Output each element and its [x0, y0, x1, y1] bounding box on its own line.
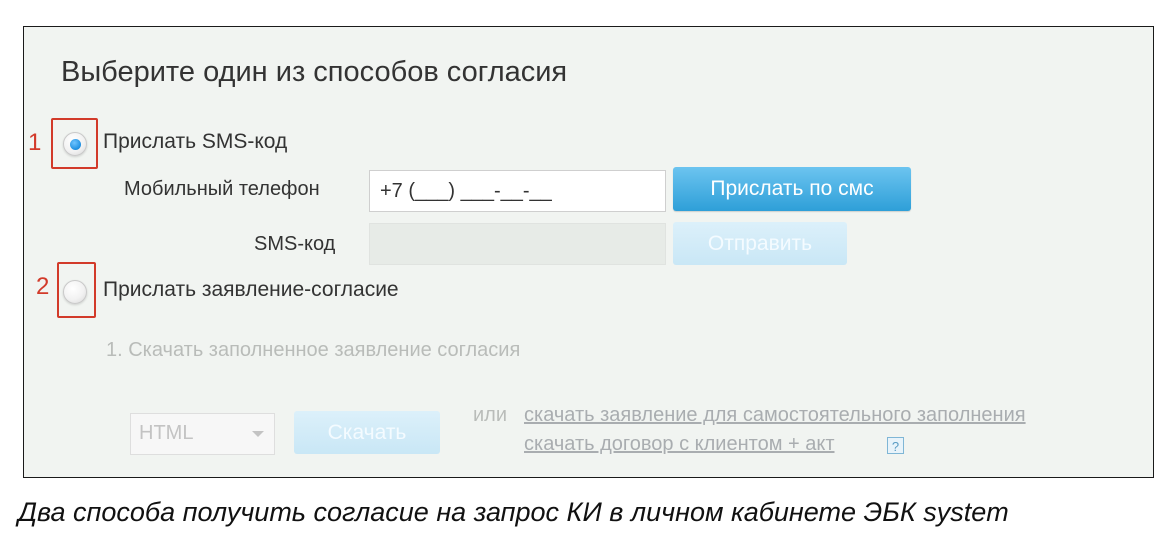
sms-code-label: SMS-код: [254, 233, 336, 255]
option-sms-label[interactable]: Прислать SMS-код: [103, 130, 287, 154]
radio-sms-code[interactable]: [63, 132, 87, 156]
marker-number-1: 1: [28, 129, 42, 156]
radio-selected-dot: [70, 139, 81, 150]
link-contract[interactable]: скачать договор с клиентом + акт: [524, 433, 835, 456]
send-sms-button[interactable]: Прислать по смс: [673, 167, 911, 211]
download-button[interactable]: Скачать: [294, 411, 440, 454]
panel-title: Выберите один из способов согласия: [61, 56, 568, 88]
phone-input[interactable]: [369, 170, 666, 212]
radio-statement[interactable]: [63, 280, 87, 304]
option-statement-label[interactable]: Прислать заявление-согласие: [103, 278, 399, 302]
format-select-value: HTML: [139, 422, 194, 444]
step-download-filled: 1. Скачать заполненное заявление согласи…: [106, 339, 521, 361]
chevron-down-icon: [252, 431, 264, 437]
sms-code-input[interactable]: [369, 223, 666, 265]
phone-label: Мобильный телефон: [124, 178, 320, 200]
format-select[interactable]: HTML: [130, 413, 275, 455]
or-text: или: [473, 404, 508, 426]
consent-panel: Выберите один из способов согласия 1 При…: [23, 26, 1154, 478]
figure-caption: Два способа получить согласие на запрос …: [18, 497, 1009, 527]
link-self-fill[interactable]: скачать заявление для самостоятельного з…: [524, 404, 1026, 427]
marker-number-2: 2: [36, 273, 50, 300]
submit-code-button[interactable]: Отправить: [673, 222, 847, 265]
help-icon[interactable]: ?: [887, 437, 904, 454]
